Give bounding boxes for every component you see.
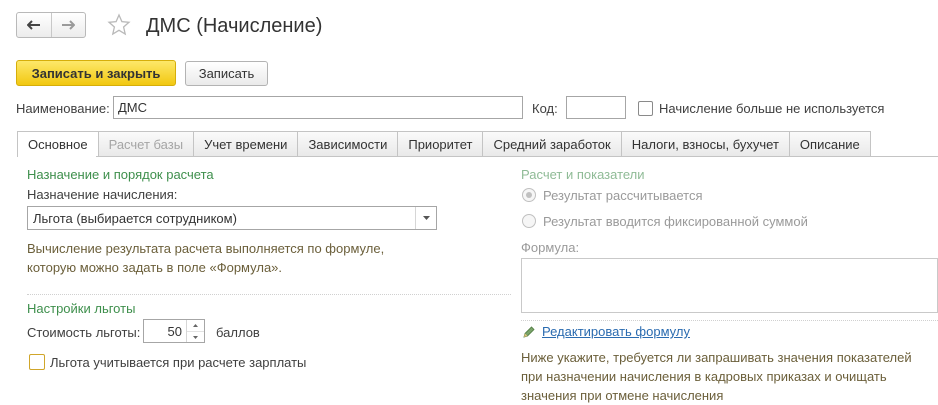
- calc-note-line-2: которую можно задать в поле «Формула».: [27, 260, 283, 275]
- bottom-note-line-1: Ниже укажите, требуется ли запрашивать з…: [521, 350, 912, 365]
- code-input[interactable]: [566, 96, 626, 119]
- radio-calculated-label: Результат рассчитывается: [543, 188, 703, 203]
- right-separator: [521, 320, 938, 321]
- name-value: ДМС: [118, 100, 148, 115]
- tab-base-calculation[interactable]: Расчет базы: [98, 131, 195, 157]
- stepper-buttons: [186, 320, 204, 342]
- formula-label: Формула:: [521, 240, 580, 255]
- purpose-select[interactable]: Льгота (выбирается сотрудником): [27, 206, 437, 230]
- stepper-up-icon[interactable]: [187, 320, 204, 331]
- cost-label: Стоимость льготы:: [27, 325, 141, 340]
- left-separator: [27, 294, 511, 295]
- tab-dependencies[interactable]: Зависимости: [298, 131, 399, 157]
- tab-bar: Основное Расчет базы Учет времени Зависи…: [17, 131, 871, 157]
- unused-label: Начисление больше не используется: [659, 101, 885, 116]
- purpose-label: Назначение начисления:: [27, 187, 178, 202]
- edit-formula-link[interactable]: Редактировать формулу: [542, 324, 690, 339]
- tab-priority[interactable]: Приоритет: [398, 131, 484, 157]
- tab-average-earnings[interactable]: Средний заработок: [483, 131, 622, 157]
- radio-calculated[interactable]: [522, 188, 536, 202]
- name-label: Наименование:: [16, 101, 110, 116]
- dropdown-arrow-icon[interactable]: [415, 207, 436, 229]
- benefit-section-title: Настройки льготы: [27, 301, 136, 316]
- cost-value: 50: [167, 324, 182, 339]
- code-label: Код:: [532, 101, 558, 116]
- save-button[interactable]: Записать: [185, 61, 268, 86]
- tab-taxes[interactable]: Налоги, взносы, бухучет: [621, 131, 790, 157]
- save-and-close-button[interactable]: Записать и закрыть: [16, 60, 176, 86]
- stepper-down-icon[interactable]: [187, 331, 204, 342]
- tab-main[interactable]: Основное: [17, 131, 99, 157]
- name-input[interactable]: ДМС: [113, 96, 523, 119]
- cost-unit: баллов: [216, 325, 260, 340]
- cost-stepper[interactable]: 50: [143, 319, 205, 343]
- arrow-right-icon: [62, 20, 76, 30]
- back-button[interactable]: [17, 13, 51, 37]
- formula-textarea[interactable]: [521, 258, 938, 313]
- radio-fixed[interactable]: [522, 214, 536, 228]
- purpose-section-title: Назначение и порядок расчета: [27, 167, 214, 182]
- payroll-checkbox[interactable]: [29, 354, 45, 370]
- radio-fixed-label: Результат вводится фиксированной суммой: [543, 214, 808, 229]
- active-tab-joint: [18, 156, 96, 158]
- calc-section-title: Расчет и показатели: [521, 167, 645, 182]
- tab-description[interactable]: Описание: [789, 131, 871, 157]
- unused-checkbox[interactable]: [638, 101, 653, 116]
- payroll-label: Льгота учитывается при расчете зарплаты: [50, 355, 307, 370]
- page-title: ДМС (Начисление): [146, 15, 323, 37]
- calc-note-line-1: Вычисление результата расчета выполняетс…: [27, 241, 385, 256]
- pencil-icon[interactable]: [522, 325, 536, 339]
- bottom-note-line-2: при назначении начисления в кадровых при…: [521, 369, 887, 384]
- history-navigation: [16, 12, 86, 38]
- tab-divider: [17, 156, 938, 157]
- tab-time-accounting[interactable]: Учет времени: [194, 131, 299, 157]
- arrow-left-icon: [26, 20, 40, 30]
- purpose-value: Льгота (выбирается сотрудником): [33, 211, 237, 226]
- forward-button[interactable]: [50, 13, 86, 37]
- star-icon[interactable]: [107, 13, 131, 37]
